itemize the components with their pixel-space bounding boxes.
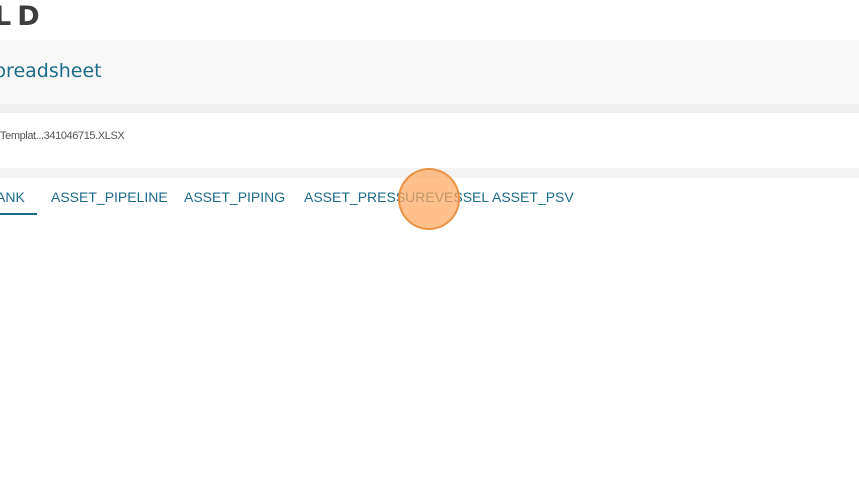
tab-asset-pressurevessel[interactable]: ASSET_PRESSUREVESSEL bbox=[304, 188, 489, 206]
tab-asset-pipeline[interactable]: ASSET_PIPELINE bbox=[51, 188, 168, 206]
file-panel bbox=[0, 113, 859, 168]
active-tab-indicator bbox=[0, 213, 37, 215]
click-indicator bbox=[398, 168, 460, 230]
title-panel bbox=[0, 40, 859, 104]
page-title: preadsheet bbox=[0, 60, 102, 82]
file-name-label: Templat...341046715.XLSX bbox=[0, 130, 125, 142]
top-bar: LD bbox=[0, 0, 859, 40]
tab-asset-piping[interactable]: ASSET_PIPING bbox=[184, 188, 285, 206]
section-divider bbox=[0, 104, 859, 113]
tab-asset-tank[interactable]: ANK bbox=[0, 188, 25, 206]
app-logo: LD bbox=[0, 1, 46, 32]
tab-asset-psv[interactable]: ASSET_PSV bbox=[492, 188, 574, 206]
